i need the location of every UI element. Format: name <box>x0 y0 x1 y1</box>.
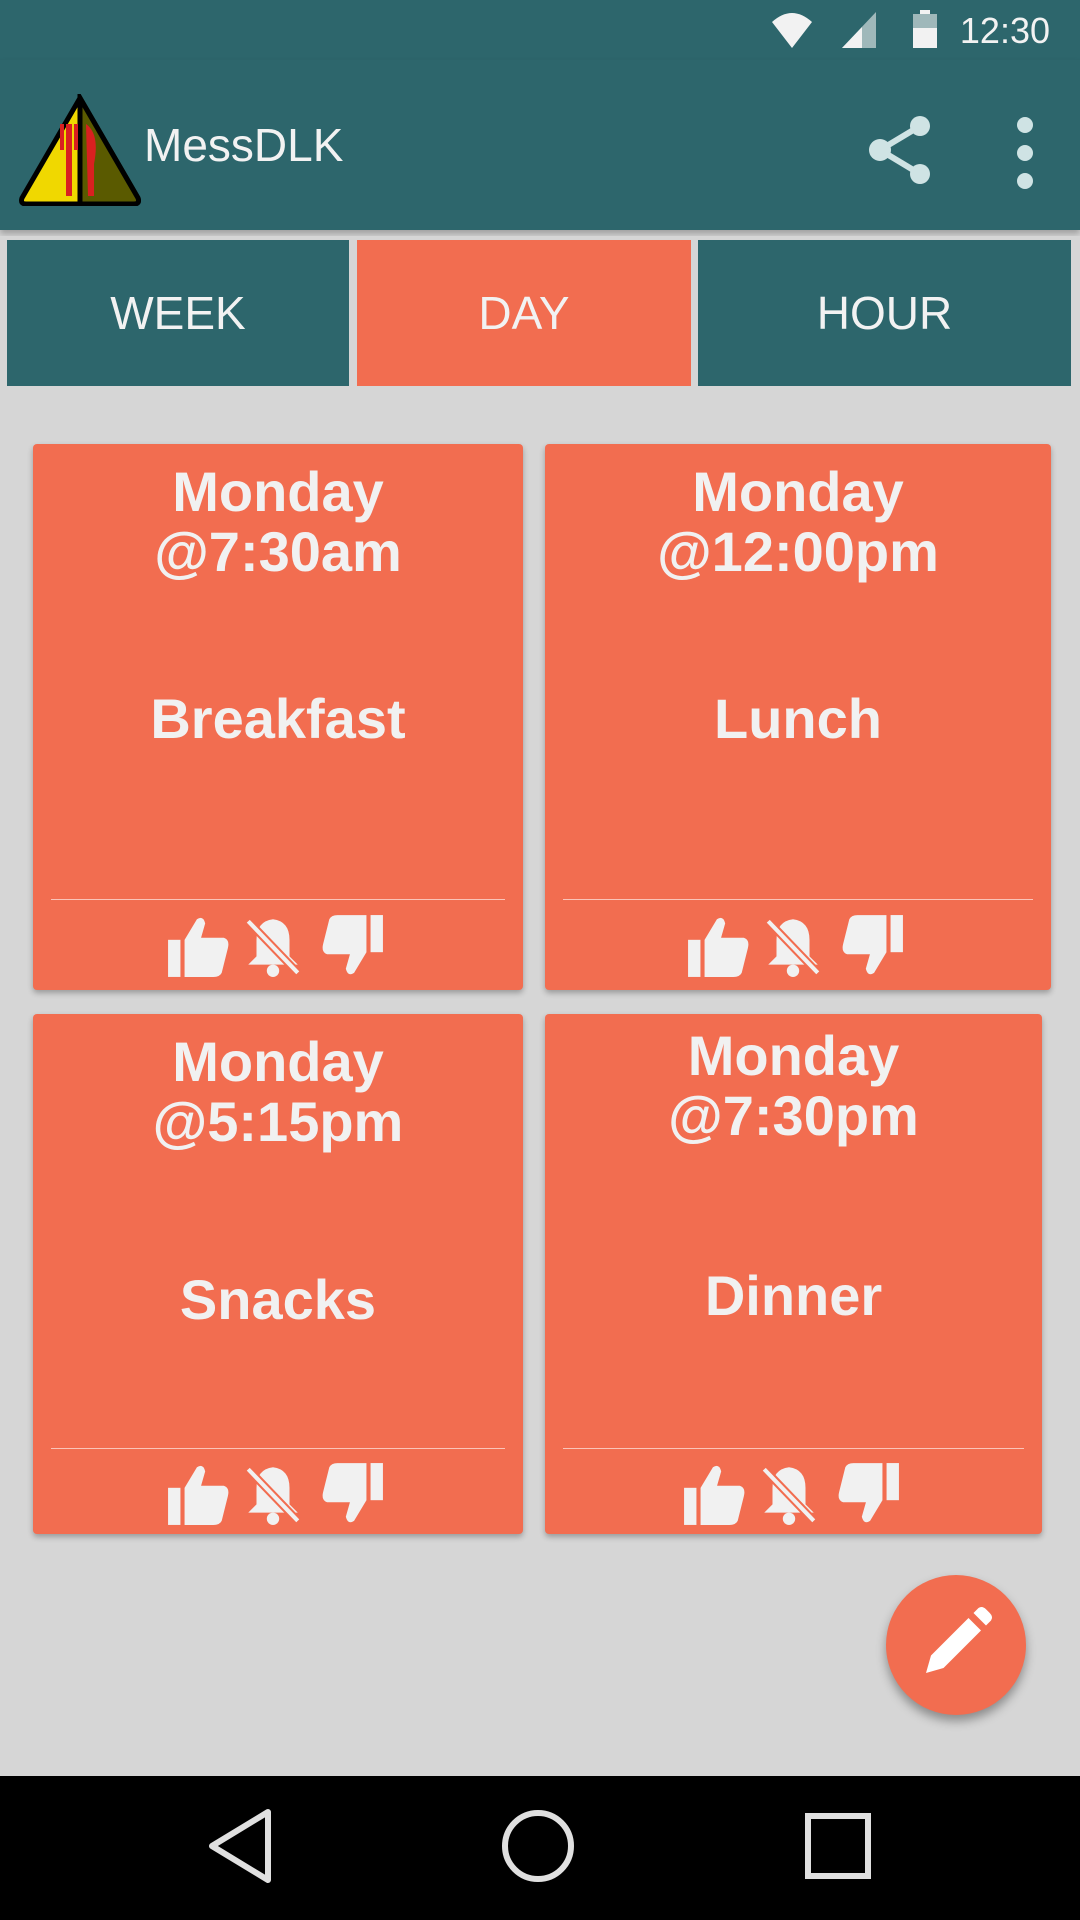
meal-card-breakfast[interactable]: Monday @7:30am Breakfast <box>33 444 523 990</box>
thumbs-down-icon[interactable] <box>830 1461 906 1527</box>
meal-when: Monday @7:30pm <box>545 1026 1042 1146</box>
meal-time: @7:30am <box>154 520 402 583</box>
thumbs-down-icon[interactable] <box>314 1461 390 1527</box>
meal-card-snacks[interactable]: Monday @5:15pm Snacks <box>33 1014 523 1534</box>
thumbs-up-icon[interactable] <box>166 913 232 979</box>
meal-time: @5:15pm <box>152 1090 404 1153</box>
edit-fab-button[interactable] <box>886 1575 1026 1715</box>
tab-bar: WEEK DAY HOUR <box>0 236 1080 390</box>
tab-hour[interactable]: HOUR <box>698 240 1071 386</box>
wifi-icon <box>770 10 814 55</box>
cell-signal-icon <box>840 10 878 55</box>
bell-off-icon[interactable] <box>760 913 826 979</box>
meal-day: Monday <box>687 1024 900 1087</box>
back-icon[interactable] <box>206 1806 276 1891</box>
share-icon[interactable] <box>866 114 934 191</box>
meal-card-lunch[interactable]: Monday @12:00pm Lunch <box>545 444 1051 990</box>
meal-day: Monday <box>172 1030 384 1093</box>
meal-name: Dinner <box>704 1264 883 1327</box>
divider <box>51 899 505 900</box>
pencil-icon <box>916 1603 996 1688</box>
battery-icon <box>912 10 938 55</box>
meal-when: Monday @12:00pm <box>545 462 1051 582</box>
meal-when: Monday @7:30am <box>33 462 523 582</box>
meal-actions <box>33 1454 523 1534</box>
meal-actions <box>545 906 1051 986</box>
meal-actions <box>33 906 523 986</box>
more-vert-icon[interactable] <box>1012 116 1038 195</box>
meal-name: Snacks <box>179 1268 377 1331</box>
meal-name: Lunch <box>714 687 882 750</box>
clock: 12:30 <box>959 10 1050 51</box>
tab-day[interactable]: DAY <box>357 240 691 386</box>
divider <box>563 899 1033 900</box>
thumbs-down-icon[interactable] <box>314 913 390 979</box>
status-bar: 12:30 <box>0 0 1080 60</box>
meal-card-dinner[interactable]: Monday @7:30pm Dinner <box>545 1014 1042 1534</box>
meal-time: @12:00pm <box>657 520 939 583</box>
app-logo-icon <box>18 88 142 211</box>
app-bar: MessDLK <box>0 60 1080 230</box>
thumbs-up-icon[interactable] <box>166 1461 232 1527</box>
divider <box>563 1448 1024 1449</box>
thumbs-down-icon[interactable] <box>834 913 910 979</box>
divider <box>51 1448 505 1449</box>
app-title: MessDLK <box>144 119 344 171</box>
thumbs-up-icon[interactable] <box>682 1461 748 1527</box>
meal-day: Monday <box>692 460 904 523</box>
meal-time: @7:30pm <box>668 1084 919 1147</box>
bell-off-icon[interactable] <box>756 1461 822 1527</box>
bell-off-icon[interactable] <box>240 1461 306 1527</box>
meal-day: Monday <box>172 460 384 523</box>
meal-name: Breakfast <box>150 687 406 750</box>
meal-when: Monday @5:15pm <box>33 1032 523 1152</box>
home-icon[interactable] <box>500 1806 576 1891</box>
meal-actions <box>545 1454 1042 1534</box>
bell-off-icon[interactable] <box>240 913 306 979</box>
system-nav-bar <box>0 1776 1080 1920</box>
recents-icon[interactable] <box>800 1806 876 1891</box>
thumbs-up-icon[interactable] <box>686 913 752 979</box>
tab-week[interactable]: WEEK <box>7 240 349 386</box>
